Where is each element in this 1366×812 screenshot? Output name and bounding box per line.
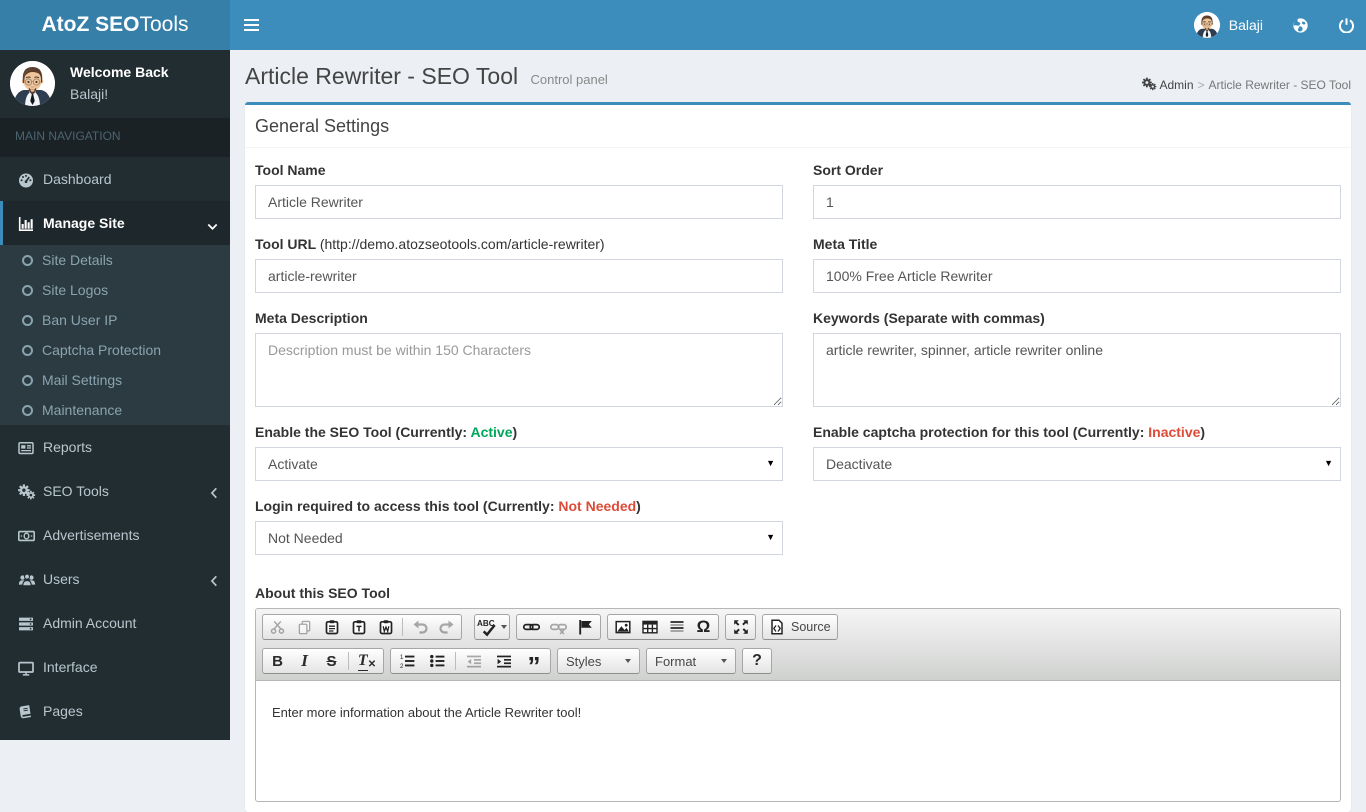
svg-text:1: 1: [400, 655, 404, 661]
svg-text:2: 2: [400, 664, 404, 669]
